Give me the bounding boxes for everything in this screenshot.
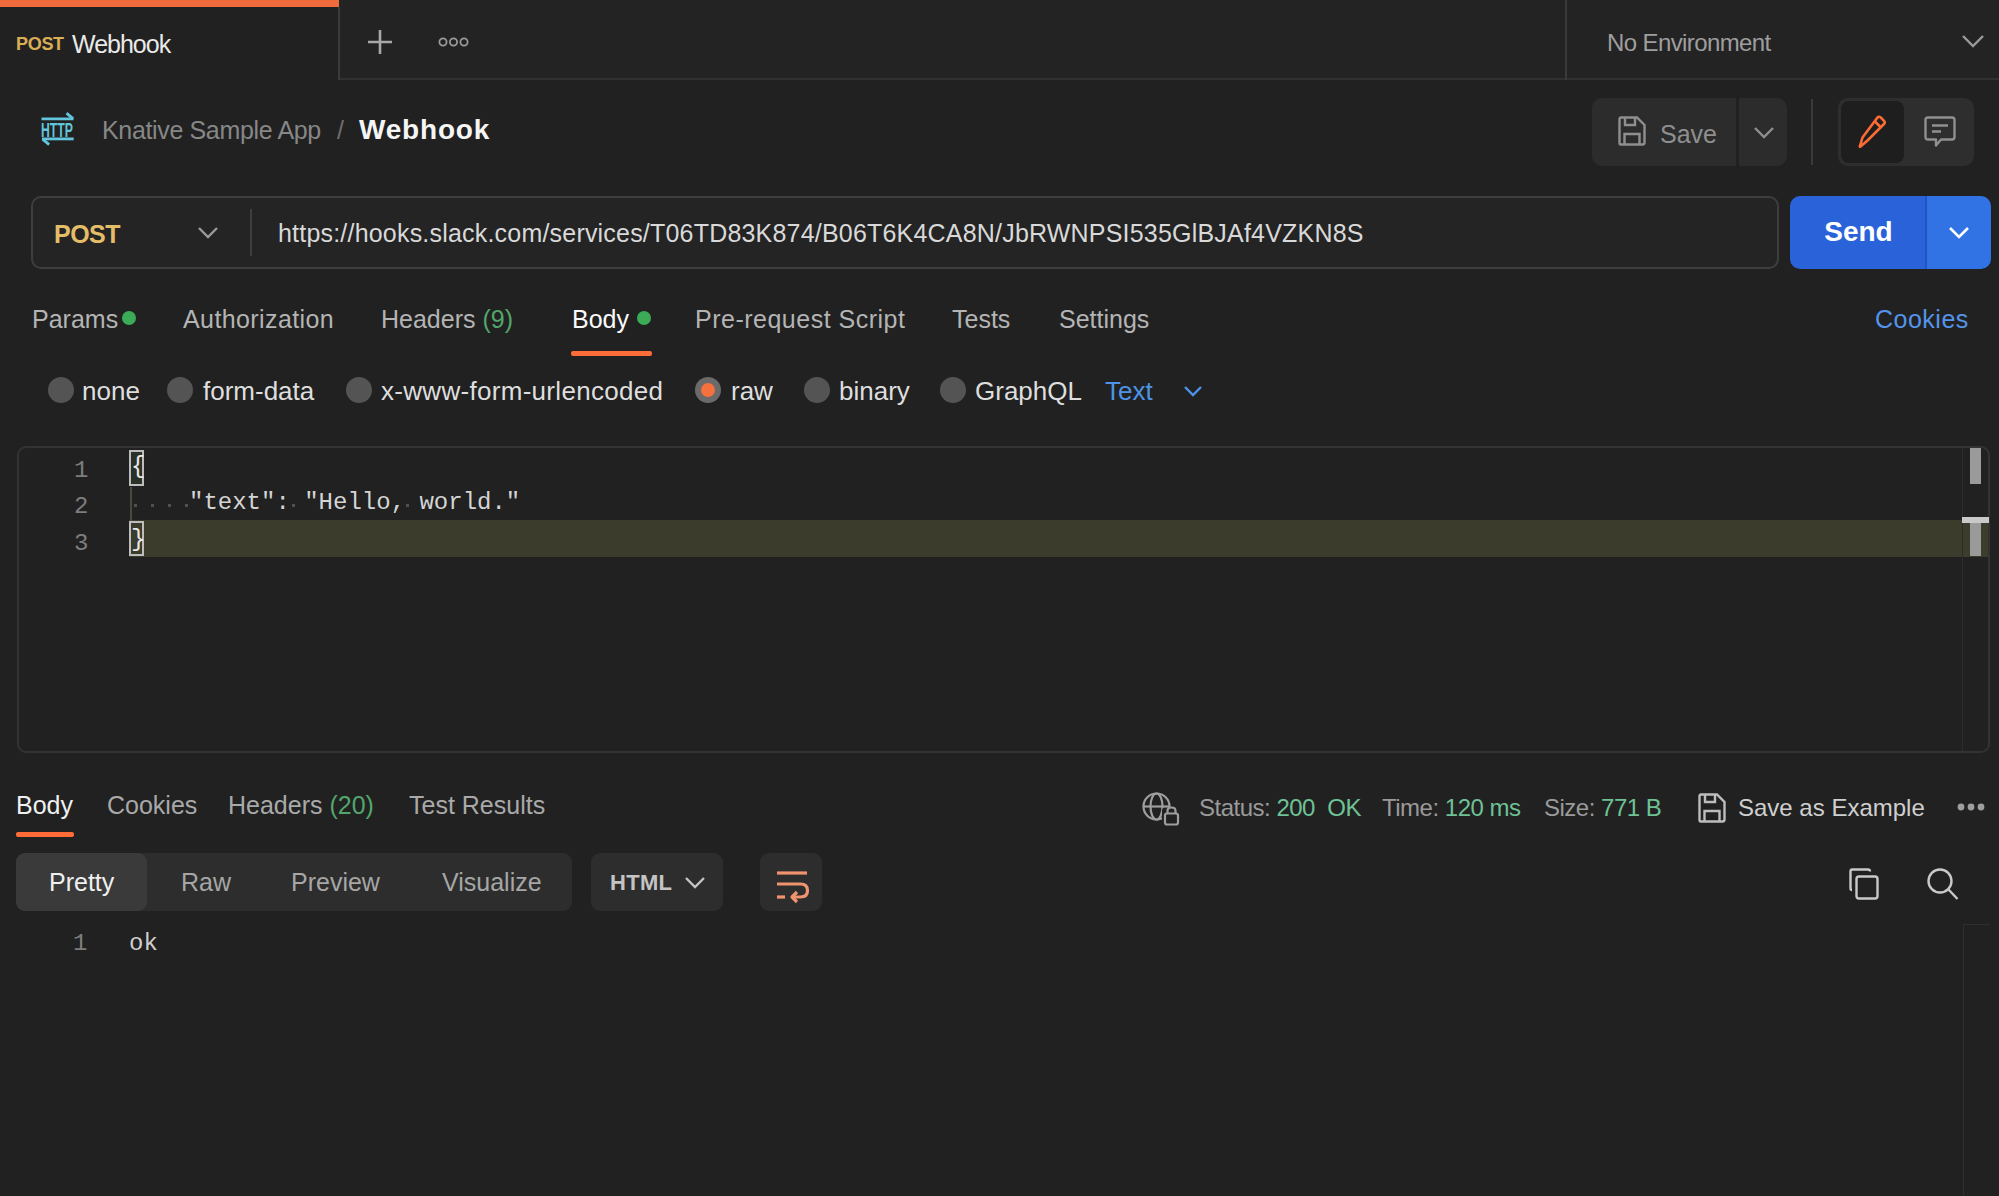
svg-text:HTTP: HTTP xyxy=(41,119,73,141)
